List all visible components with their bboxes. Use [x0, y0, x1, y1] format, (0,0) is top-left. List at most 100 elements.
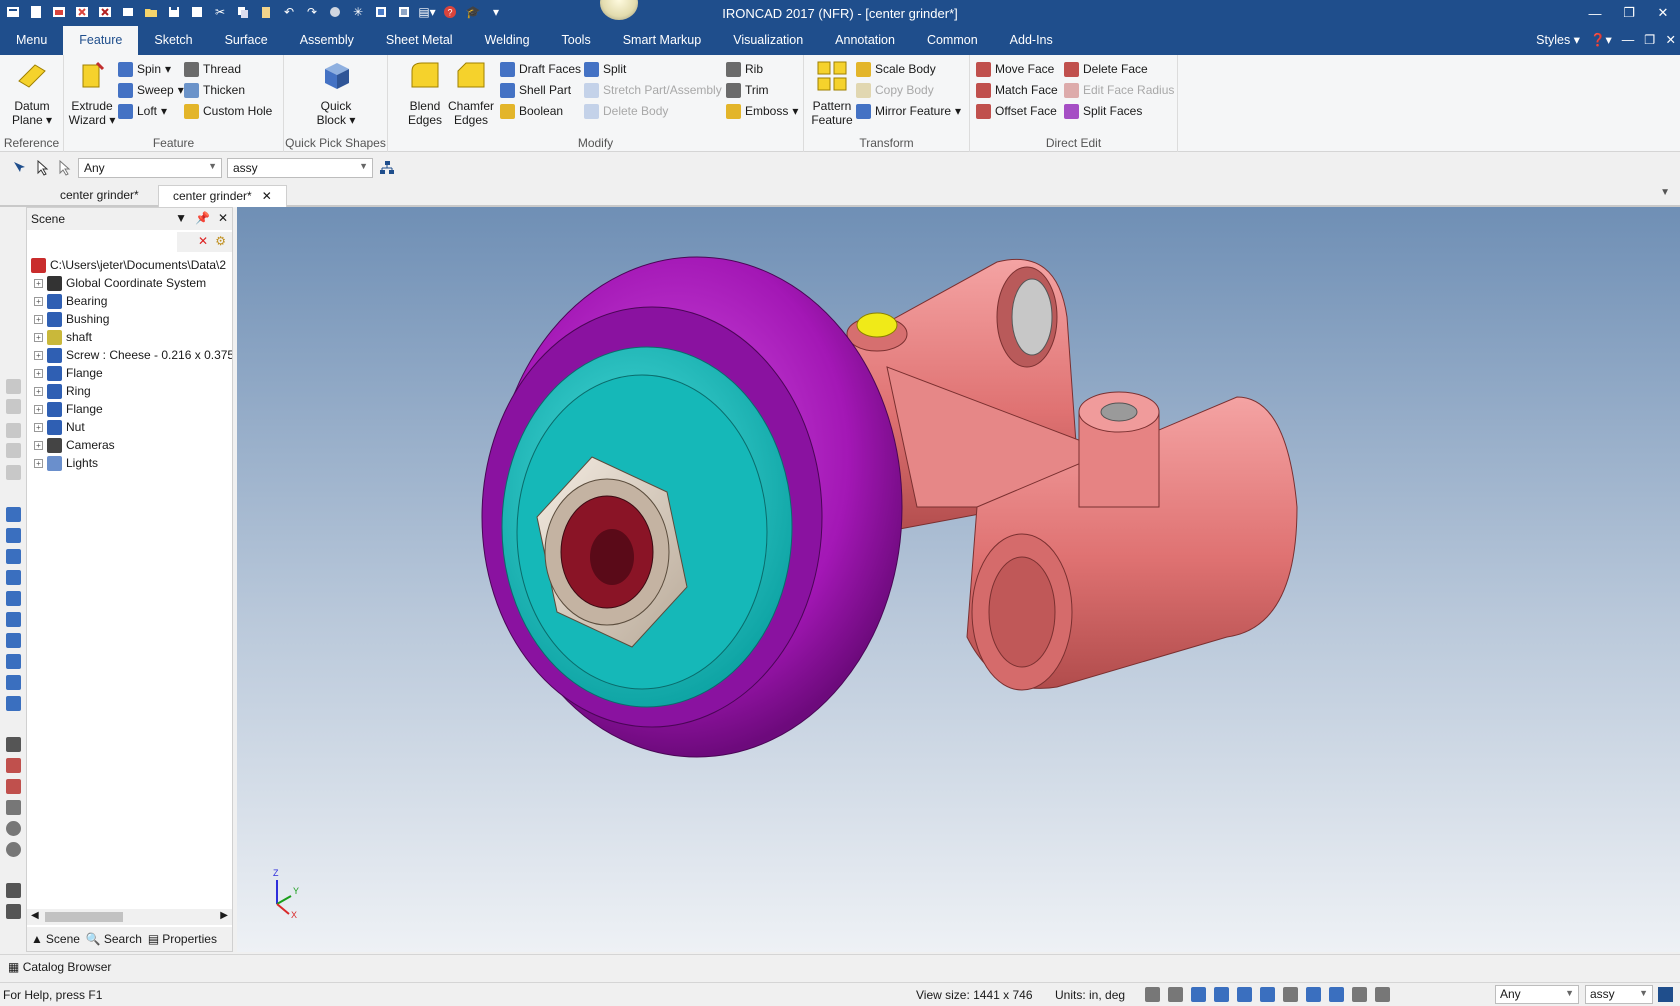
tree-item[interactable]: + Bearing [27, 292, 232, 310]
walk-icon[interactable] [6, 779, 21, 794]
tree-item[interactable]: + Lights [27, 454, 232, 472]
expand-icon[interactable]: + [34, 386, 43, 396]
trim-button[interactable]: Trim [726, 80, 769, 100]
section-view-icon[interactable] [1306, 987, 1321, 1002]
extrude-wizard-button[interactable]: Extrude Wizard ▾ [68, 59, 116, 127]
angle-icon[interactable] [6, 800, 21, 815]
tab-sketch[interactable]: Sketch [138, 26, 208, 55]
status-filter-dropdown[interactable]: Any ▼ [1495, 985, 1579, 1004]
sweep-button[interactable]: Sweep ▾ [118, 80, 184, 100]
copy-body-button[interactable]: Copy Body [856, 80, 934, 100]
filter-options-icon[interactable]: ⚙ [215, 234, 226, 248]
view-iso-icon[interactable] [6, 633, 21, 648]
tab-tools[interactable]: Tools [546, 26, 607, 55]
restore-icon[interactable]: ❐ [1612, 0, 1646, 26]
doc-tab-1[interactable]: center grinder* [46, 185, 153, 207]
view-mode-icon[interactable] [1191, 987, 1206, 1002]
delete-body-button[interactable]: Delete Body [584, 101, 668, 121]
orbit-icon[interactable] [6, 821, 21, 836]
render-mode-icon[interactable] [1214, 987, 1229, 1002]
zoom-icon[interactable] [1145, 987, 1160, 1002]
tree-item[interactable]: + Flange [27, 400, 232, 418]
tab-assembly[interactable]: Assembly [284, 26, 370, 55]
mirror-feature-button[interactable]: Mirror Feature ▾ [856, 101, 961, 121]
quick-block-button[interactable]: Quick Block ▾ [312, 59, 360, 127]
roll-icon[interactable] [6, 842, 21, 857]
scale-body-button[interactable]: Scale Body [856, 59, 936, 79]
tab-welding[interactable]: Welding [469, 26, 546, 55]
view-normal-icon[interactable] [6, 696, 21, 711]
tab-properties[interactable]: ▤ Properties [148, 931, 217, 947]
status-assembly-dropdown[interactable]: assy ▼ [1585, 985, 1653, 1004]
stretch-button[interactable]: Stretch Part/Assembly [584, 80, 722, 100]
expand-icon[interactable]: + [34, 296, 43, 306]
tree-item[interactable]: + Bushing [27, 310, 232, 328]
screw-head[interactable] [856, 312, 898, 338]
chamfer-edges-button[interactable]: Chamfer Edges [447, 59, 495, 127]
draft-faces-button[interactable]: Draft Faces [500, 59, 581, 79]
tab-add-ins[interactable]: Add-Ins [994, 26, 1069, 55]
doc-tab-close-icon[interactable]: ✕ [262, 189, 272, 203]
catalog-browser-bar[interactable]: ▦ Catalog Browser [0, 954, 1680, 980]
doc-tabs-overflow-icon[interactable]: ▼ [1660, 187, 1670, 198]
view-back-icon[interactable] [6, 528, 21, 543]
tab-menu[interactable]: Menu [0, 26, 63, 55]
ribbon-close-icon[interactable]: ✕ [1666, 26, 1676, 55]
tree-root[interactable]: C:\Users\jeter\Documents\Data\2 [27, 256, 232, 274]
view-orient-icon[interactable] [1283, 987, 1298, 1002]
tab-feature[interactable]: Feature [63, 26, 139, 55]
thicken-button[interactable]: Thicken [184, 80, 245, 100]
split-faces-button[interactable]: Split Faces [1064, 101, 1142, 121]
zoom-dropdown-icon[interactable] [1168, 987, 1183, 1002]
select-pointer-icon[interactable] [35, 160, 51, 176]
shell-part-button[interactable]: Shell Part [500, 80, 571, 100]
status-pointer-icon[interactable] [1375, 987, 1390, 1002]
ribbon-minimize-icon[interactable]: — [1622, 26, 1635, 55]
rib-button[interactable]: Rib [726, 59, 763, 79]
emboss-button[interactable]: Emboss ▾ [726, 101, 798, 121]
measure-icon[interactable] [6, 737, 21, 752]
doc-tab-2[interactable]: center grinder* ✕ [158, 185, 287, 207]
flange-assembly[interactable] [481, 256, 903, 758]
assembly-dropdown[interactable]: assy ▼ [227, 158, 373, 178]
blend-edges-button[interactable]: Blend Edges [401, 59, 449, 127]
scroll-thumb[interactable] [45, 912, 123, 922]
offset-face-button[interactable]: Offset Face [976, 101, 1057, 121]
scene-menu-icon[interactable]: ▼ [175, 211, 187, 225]
expand-icon[interactable]: + [34, 332, 43, 342]
edit-face-radius-button[interactable]: Edit Face Radius [1064, 80, 1174, 100]
ribbon-restore-icon[interactable]: ❐ [1644, 26, 1655, 55]
view-left-icon[interactable] [6, 549, 21, 564]
model-render[interactable] [237, 207, 1680, 952]
view-right-icon[interactable] [6, 570, 21, 585]
camera-mode-icon[interactable] [1260, 987, 1275, 1002]
datum-plane-button[interactable]: Datum Plane ▾ [8, 59, 56, 127]
pin-icon[interactable]: 📌 [195, 211, 210, 225]
boolean-button[interactable]: Boolean [500, 101, 563, 121]
tree-item[interactable]: + Ring [27, 382, 232, 400]
shading-icon[interactable] [1237, 987, 1252, 1002]
shaft[interactable] [590, 529, 634, 585]
tab-annotation[interactable]: Annotation [819, 26, 911, 55]
minimize-icon[interactable]: — [1578, 0, 1612, 26]
tab-search[interactable]: 🔍 Search [86, 931, 142, 947]
expand-icon[interactable]: + [34, 314, 43, 324]
view-icon-5[interactable] [6, 465, 21, 480]
tree-item[interactable]: + Flange [27, 364, 232, 382]
expand-icon[interactable]: + [34, 404, 43, 414]
view-front-icon[interactable] [6, 507, 21, 522]
tab-common[interactable]: Common [911, 26, 994, 55]
clear-filter-icon[interactable]: ✕ [198, 234, 208, 248]
split-button[interactable]: Split [584, 59, 626, 79]
select-assembly-icon[interactable] [12, 160, 28, 176]
thread-button[interactable]: Thread [184, 59, 241, 79]
tree-item[interactable]: + Cameras [27, 436, 232, 454]
look-at-icon[interactable] [6, 758, 21, 773]
match-face-button[interactable]: Match Face [976, 80, 1058, 100]
tree-item[interactable]: + Screw : Cheese - 0.216 x 0.375 [27, 346, 232, 364]
tree-item[interactable]: + shaft [27, 328, 232, 346]
3d-viewport[interactable]: Z Y X [237, 207, 1680, 952]
status-select-icon[interactable] [1352, 987, 1367, 1002]
loft-button[interactable]: Loft ▾ [118, 101, 167, 121]
tool-icon[interactable] [6, 883, 21, 898]
